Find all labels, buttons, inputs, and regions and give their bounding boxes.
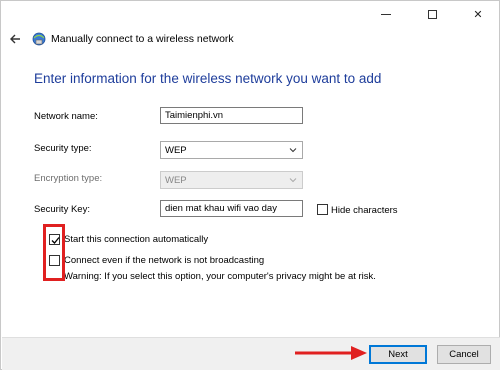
hide-characters-checkbox[interactable] (317, 204, 328, 215)
encryption-type-value: WEP (165, 175, 187, 186)
start-automatically-label: Start this connection automatically (64, 234, 209, 245)
minimize-icon (381, 13, 391, 15)
cancel-button[interactable]: Cancel (437, 345, 491, 364)
minimize-button[interactable] (363, 1, 409, 27)
connect-hidden-label: Connect even if the network is not broad… (64, 255, 265, 266)
wireless-network-icon (32, 32, 46, 46)
security-key-label: Security Key: (34, 204, 90, 215)
close-icon: ✕ (473, 8, 483, 21)
encryption-type-label: Encryption type: (34, 173, 103, 184)
page-heading: Enter information for the wireless netwo… (34, 71, 382, 86)
security-type-select[interactable]: WEP (160, 141, 303, 159)
next-button[interactable]: Next (369, 345, 427, 364)
network-name-label: Network name: (34, 111, 98, 122)
security-type-label: Security type: (34, 143, 92, 154)
chevron-down-icon (289, 178, 297, 183)
dialog-window: ✕ Manually connect to a wireless network… (0, 0, 500, 370)
window-title: Manually connect to a wireless network (51, 33, 234, 45)
maximize-button[interactable] (409, 1, 455, 27)
encryption-type-select: WEP (160, 171, 303, 189)
chevron-down-icon (289, 148, 297, 153)
hide-characters-label: Hide characters (331, 205, 398, 216)
privacy-warning-text: Warning: If you select this option, your… (64, 271, 376, 282)
network-name-input[interactable]: Taimienphi.vn (160, 107, 303, 124)
checkbox-highlight-frame (43, 224, 65, 281)
close-button[interactable]: ✕ (455, 1, 500, 27)
back-arrow-icon[interactable] (7, 31, 23, 47)
security-type-value: WEP (165, 145, 187, 156)
maximize-icon (427, 9, 437, 19)
security-key-input[interactable]: dien mat khau wifi vao day (160, 200, 303, 217)
